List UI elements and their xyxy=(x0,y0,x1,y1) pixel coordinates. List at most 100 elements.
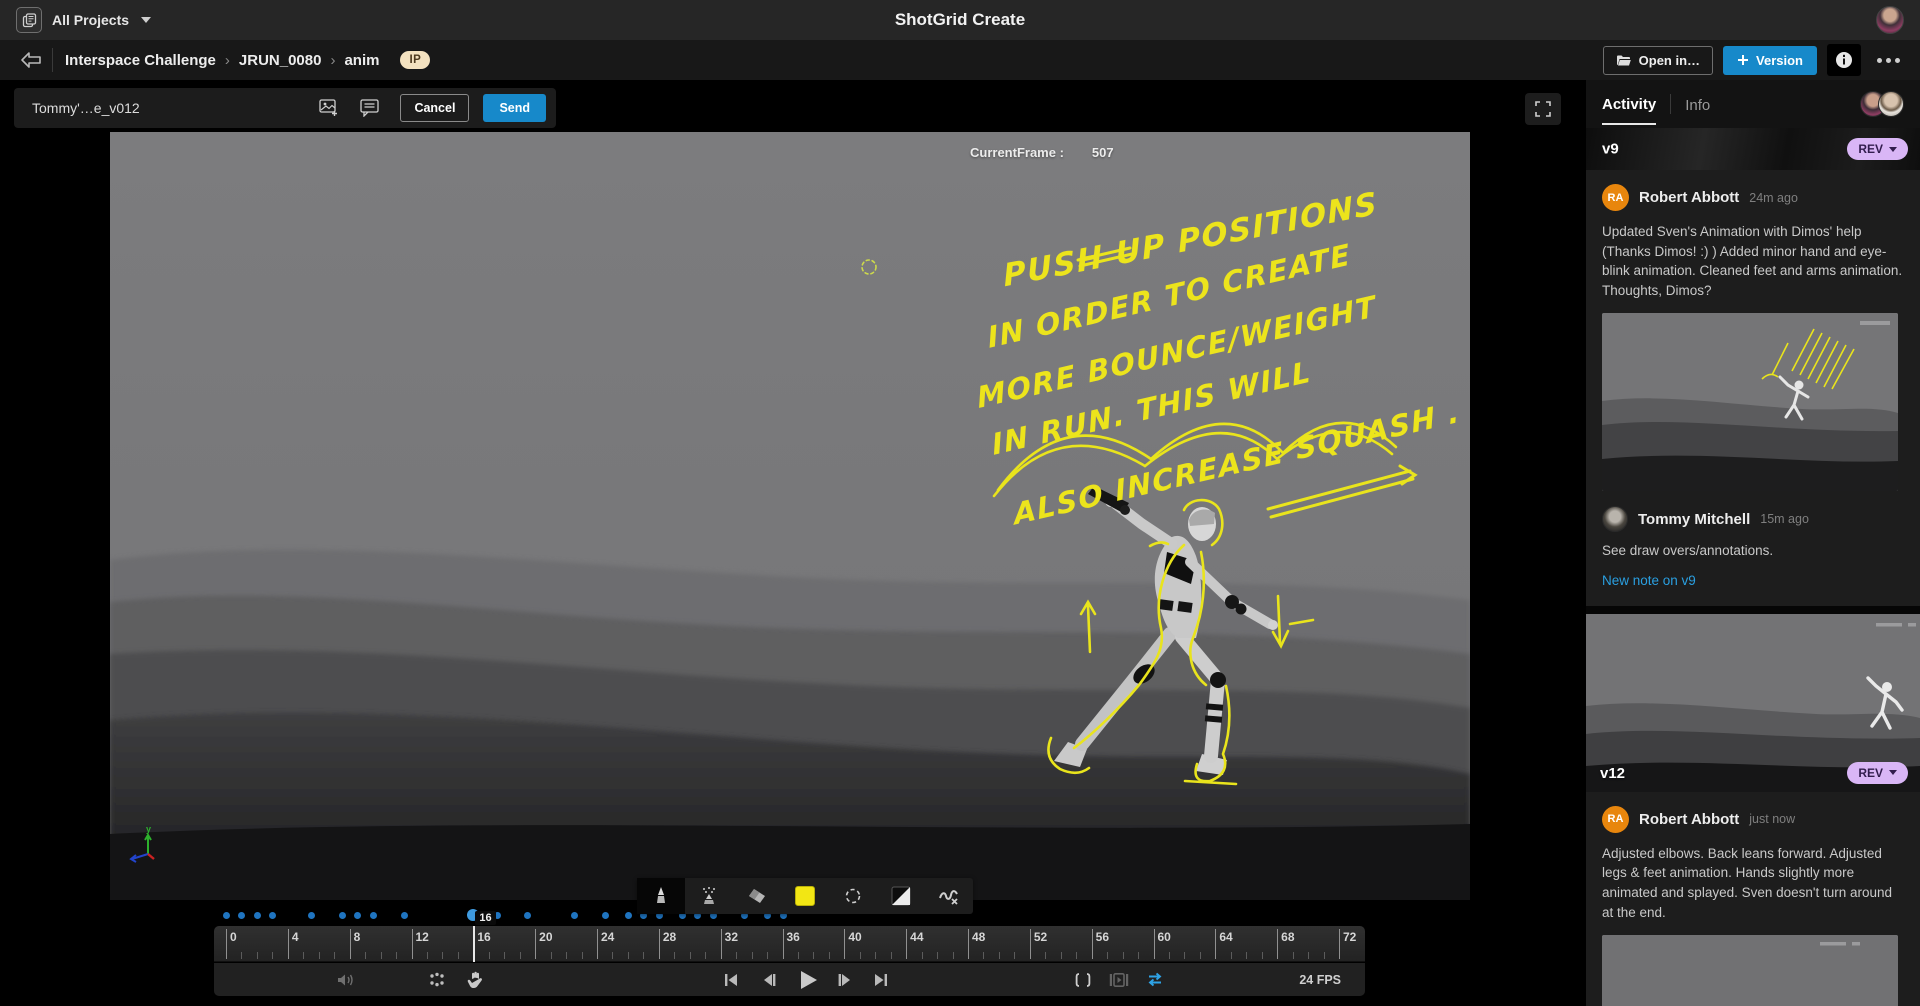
ruler-tick-label: 52 xyxy=(1034,930,1047,944)
cancel-button[interactable]: Cancel xyxy=(400,94,469,122)
ruler-tick xyxy=(1061,952,1062,959)
note-comment-button[interactable] xyxy=(352,93,386,123)
ruler-tick-label: 0 xyxy=(230,930,237,944)
go-to-end-button[interactable] xyxy=(864,963,898,996)
tab-info[interactable]: Info xyxy=(1685,84,1710,124)
annotation-thumbnail[interactable] xyxy=(1602,313,1898,491)
color-swatch-button[interactable] xyxy=(781,878,829,914)
ruler-tick xyxy=(551,952,552,959)
frame-marker-dot[interactable] xyxy=(370,912,377,919)
frame-marker-dot[interactable] xyxy=(354,912,361,919)
frame-marker-dot[interactable] xyxy=(602,912,609,919)
comment-author[interactable]: Robert Abbott xyxy=(1639,811,1739,828)
new-note-link[interactable]: New note on v9 xyxy=(1602,573,1696,588)
mute-button[interactable] xyxy=(330,963,364,996)
ruler-tick xyxy=(767,952,768,959)
ruler-tick xyxy=(721,929,722,959)
ruler-tick-label: 8 xyxy=(354,930,361,944)
add-version-button[interactable]: Version xyxy=(1723,46,1817,75)
hand-icon xyxy=(467,971,483,989)
ruler-tick xyxy=(922,952,923,959)
attach-image-button[interactable] xyxy=(312,93,346,123)
brackets-icon xyxy=(1074,973,1092,987)
annotation-thumbnail[interactable] xyxy=(1602,935,1898,1006)
pen-tool-button[interactable] xyxy=(637,878,685,914)
frame-marker-dot[interactable] xyxy=(308,912,315,919)
frame-marker-dot[interactable] xyxy=(401,912,408,919)
comment-author[interactable]: Robert Abbott xyxy=(1639,189,1739,206)
annotation-visibility-button[interactable] xyxy=(420,963,454,996)
play-button[interactable] xyxy=(788,963,828,996)
send-button[interactable]: Send xyxy=(483,94,546,122)
loop-button[interactable] xyxy=(1138,963,1172,996)
divider xyxy=(1670,94,1671,114)
version-header-strip[interactable]: v9 REV xyxy=(1586,128,1920,170)
ruler-tick xyxy=(1138,952,1139,959)
contrast-button[interactable] xyxy=(877,878,925,914)
breadcrumb-project[interactable]: Interspace Challenge xyxy=(65,52,216,69)
info-panel-toggle[interactable] xyxy=(1827,44,1861,76)
status-badge-label: REV xyxy=(1858,766,1883,780)
comment-header: RA Robert Abbott 24m ago xyxy=(1602,184,1904,211)
ruler-tick xyxy=(906,929,907,959)
ruler-tick-label: 32 xyxy=(725,930,738,944)
open-in-button[interactable]: Open in… xyxy=(1603,46,1713,75)
clear-annotations-button[interactable] xyxy=(925,878,973,914)
pen-icon xyxy=(652,886,670,906)
participant-avatars[interactable] xyxy=(1860,91,1904,117)
svg-text:y: y xyxy=(146,824,151,834)
breadcrumb-entity[interactable]: JRUN_0080 xyxy=(239,52,322,69)
frame-marker-dot[interactable] xyxy=(254,912,261,919)
play-icon xyxy=(799,970,818,990)
ruler-tick xyxy=(257,952,258,959)
back-button[interactable] xyxy=(14,46,48,74)
version-thumbnail[interactable]: v12 REV xyxy=(1586,614,1920,792)
ruler-tick xyxy=(272,952,273,959)
ruler-tick xyxy=(783,929,784,959)
ruler-tick-label: 60 xyxy=(1158,930,1171,944)
version-status-badge[interactable]: REV xyxy=(1847,762,1908,784)
ruler-tick xyxy=(736,952,737,959)
annotation-review-bar: Tommy'…e_v012 Cancel Send xyxy=(14,88,556,128)
plus-icon xyxy=(1737,54,1749,66)
tab-activity[interactable]: Activity xyxy=(1602,83,1656,125)
all-projects-menu[interactable]: All Projects xyxy=(16,7,151,33)
step-forward-button[interactable] xyxy=(828,963,862,996)
comment-header: Tommy Mitchell 15m ago xyxy=(1602,506,1904,532)
comment-header: RA Robert Abbott just now xyxy=(1602,806,1904,833)
set-range-button[interactable] xyxy=(1066,963,1100,996)
frame-marker-dot[interactable] xyxy=(223,912,230,919)
frame-marker-dot[interactable] xyxy=(339,912,346,919)
go-to-start-button[interactable] xyxy=(714,963,748,996)
comment-author[interactable]: Tommy Mitchell xyxy=(1638,511,1750,528)
timeline-ruler[interactable]: 16 04812162024283236404448525660646872 xyxy=(214,926,1365,962)
frame-marker-dot[interactable] xyxy=(269,912,276,919)
pan-tool-button[interactable] xyxy=(458,963,492,996)
brush-size-button[interactable] xyxy=(829,878,877,914)
ruler-tick xyxy=(396,952,397,959)
ruler-tick-label: 4 xyxy=(292,930,299,944)
playback-mode-button[interactable] xyxy=(1102,963,1136,996)
status-badge[interactable]: IP xyxy=(400,51,430,69)
frame-marker-dot[interactable] xyxy=(524,912,531,919)
playhead[interactable]: 16 xyxy=(473,926,475,962)
breadcrumb-task[interactable]: anim xyxy=(344,52,379,69)
fps-readout: 24 FPS xyxy=(1299,963,1341,996)
spray-tool-button[interactable] xyxy=(685,878,733,914)
step-back-button[interactable] xyxy=(752,963,786,996)
more-menu-button[interactable] xyxy=(1871,52,1906,69)
player-viewport[interactable]: y xyxy=(110,132,1470,900)
thumbnail-image xyxy=(1602,313,1898,491)
ruler-tick xyxy=(350,929,351,959)
comment-timestamp: 15m ago xyxy=(1760,512,1809,526)
fullscreen-button[interactable] xyxy=(1525,93,1561,125)
eraser-tool-button[interactable] xyxy=(733,878,781,914)
frame-marker-dot[interactable] xyxy=(571,912,578,919)
user-avatar[interactable] xyxy=(1876,6,1904,34)
version-status-badge[interactable]: REV xyxy=(1847,138,1908,160)
breadcrumb-separator: › xyxy=(330,52,335,69)
frame-marker-dot[interactable] xyxy=(625,912,632,919)
ruler-tick-label: 56 xyxy=(1096,930,1109,944)
activity-feed[interactable]: v9 REV RA Robert Abbott 24m ago Updated … xyxy=(1586,128,1920,1006)
frame-marker-dot[interactable] xyxy=(238,912,245,919)
